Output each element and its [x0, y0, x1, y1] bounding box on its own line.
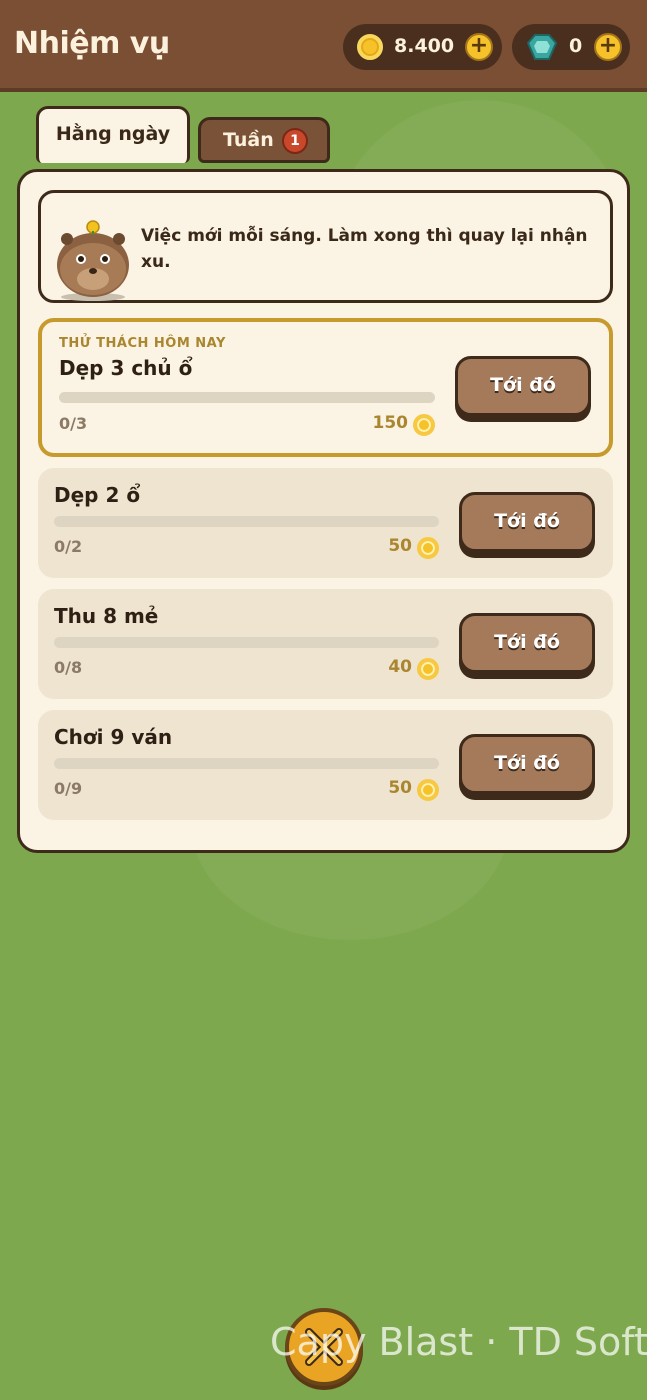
- page-title: Nhiệm vụ: [14, 26, 170, 61]
- notification-badge: 1: [282, 128, 308, 154]
- watermark: Capy Blast · TD Soft: [270, 1320, 647, 1364]
- gem-amount: 0: [569, 35, 583, 57]
- quest-card: Thu 8 mẻ 0/8 40 Tới đó: [38, 589, 613, 699]
- progress-text: 0/8: [54, 658, 83, 677]
- reward-amount: 40: [388, 657, 412, 677]
- tab-weekly-label: Tuần: [223, 129, 274, 151]
- progress-text: 0/9: [54, 779, 83, 798]
- tab-weekly[interactable]: Tuần 1: [198, 117, 330, 163]
- top-bar: Nhiệm vụ 8.400 + 0 +: [0, 0, 647, 92]
- quest-title: Dẹp 2 ổ: [54, 483, 141, 507]
- progress-bar: [54, 758, 439, 769]
- mascot-capybara: [57, 220, 129, 301]
- featured-quest-card: THỬ THÁCH HÔM NAY Dẹp 3 chủ ổ 0/3 150 Tớ…: [38, 318, 613, 457]
- reward-amount: 150: [372, 413, 409, 433]
- tab-daily[interactable]: Hằng ngày: [36, 106, 190, 163]
- progress-bar: [59, 392, 435, 403]
- coin-icon: [417, 537, 439, 559]
- goto-button[interactable]: Tới đó: [459, 613, 595, 673]
- quest-title: Chơi 9 ván: [54, 725, 173, 749]
- progress-bar: [54, 637, 439, 648]
- coin-icon: [417, 779, 439, 801]
- goto-button[interactable]: Tới đó: [455, 356, 591, 416]
- intro-banner: Việc mới mỗi sáng. Làm xong thì quay lại…: [38, 190, 613, 303]
- reward-amount: 50: [388, 778, 412, 798]
- featured-tag: THỬ THÁCH HÔM NAY: [59, 336, 226, 351]
- quest-card: Chơi 9 ván 0/9 50 Tới đó: [38, 710, 613, 820]
- quest-card: Dẹp 2 ổ 0/2 50 Tới đó: [38, 468, 613, 578]
- goto-button[interactable]: Tới đó: [459, 734, 595, 794]
- coin-icon: [417, 658, 439, 680]
- progress-text: 0/3: [59, 414, 88, 433]
- intro-message: Việc mới mỗi sáng. Làm xong thì quay lại…: [141, 226, 588, 272]
- gem-icon: [527, 34, 557, 60]
- coin-icon: [357, 34, 383, 60]
- quest-title: Thu 8 mẻ: [54, 604, 159, 628]
- progress-bar: [54, 516, 439, 527]
- gem-balance: 0 +: [512, 24, 630, 70]
- tab-daily-label: Hằng ngày: [55, 123, 171, 145]
- coin-balance: 8.400 +: [343, 24, 502, 70]
- add-coins-button[interactable]: +: [465, 33, 493, 61]
- coin-amount: 8.400: [394, 35, 455, 57]
- coin-icon: [413, 414, 435, 436]
- goto-button[interactable]: Tới đó: [459, 492, 595, 552]
- quests-panel: Việc mới mỗi sáng. Làm xong thì quay lại…: [17, 169, 630, 853]
- quest-title: Dẹp 3 chủ ổ: [59, 356, 193, 380]
- reward-amount: 50: [388, 536, 412, 556]
- add-gems-button[interactable]: +: [594, 33, 622, 61]
- progress-text: 0/2: [54, 537, 83, 556]
